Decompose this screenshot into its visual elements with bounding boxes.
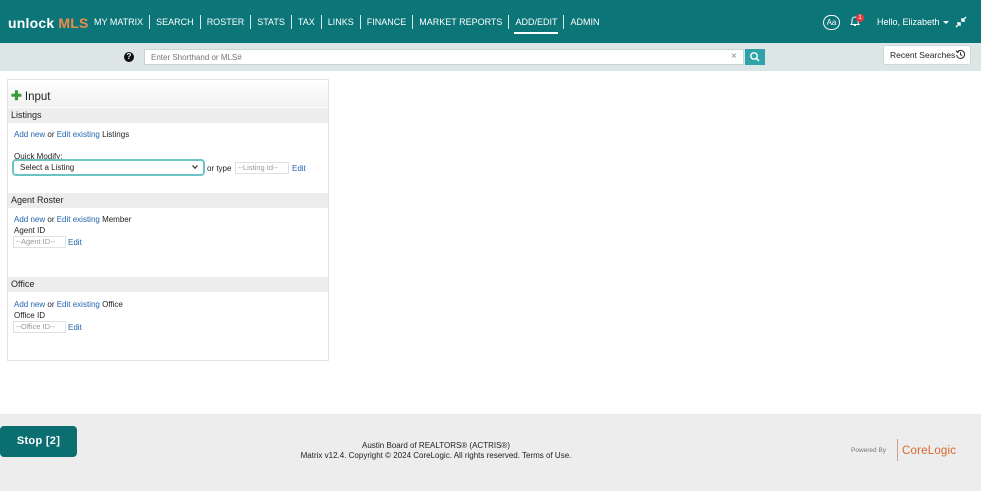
logo[interactable]: unlock MLS — [8, 15, 89, 31]
recent-searches-button[interactable]: Recent Searches — [883, 45, 971, 65]
terms-of-use-link[interactable]: Terms of Use. — [522, 451, 571, 460]
add-new-listing-link[interactable]: Add new — [14, 130, 45, 139]
section-agent-roster-header: Agent Roster — [8, 193, 328, 208]
panel-title: ✚ Input — [11, 88, 51, 103]
top-nav: unlock MLS MY MATRIX SEARCH ROSTER STATS… — [0, 0, 981, 43]
section-listings-header: Listings — [8, 108, 328, 123]
collapse-arrows-icon[interactable] — [955, 16, 967, 28]
add-new-office-link[interactable]: Add new — [14, 300, 45, 309]
nav-my-matrix[interactable]: MY MATRIX — [88, 14, 149, 30]
nav-search[interactable]: SEARCH — [150, 14, 200, 30]
nav-add-edit[interactable]: ADD/EDIT — [509, 14, 563, 34]
office-id-input[interactable]: --Office ID-- — [13, 321, 66, 333]
roster-actions: Add new or Edit existing Member — [14, 215, 132, 224]
edit-existing-listing-link[interactable]: Edit existing — [57, 130, 100, 139]
add-new-member-link[interactable]: Add new — [14, 215, 45, 224]
corelogic-logo: CoreLogic — [902, 445, 957, 457]
listing-edit-link[interactable]: Edit — [292, 164, 306, 173]
section-office-header: Office — [8, 277, 328, 292]
footer-copyright: Matrix v12.4. Copyright © 2024 CoreLogic… — [300, 451, 572, 460]
shorthand-search-input[interactable] — [144, 49, 744, 65]
edit-existing-office-link[interactable]: Edit existing — [57, 300, 100, 309]
search-button[interactable] — [745, 49, 765, 65]
or-type-label: or type — [207, 164, 232, 173]
listings-actions: Add new or Edit existing Listings — [14, 130, 130, 139]
font-size-toggle[interactable]: Aa — [823, 15, 840, 30]
main-nav: MY MATRIX SEARCH ROSTER STATS TAX LINKS … — [88, 14, 605, 34]
notification-badge: 1 — [856, 14, 864, 22]
plus-icon: ✚ — [11, 88, 22, 103]
nav-links[interactable]: LINKS — [322, 14, 360, 30]
nav-market-reports[interactable]: MARKET REPORTS — [413, 14, 508, 30]
listing-id-input[interactable]: --Listing Id-- — [235, 162, 289, 174]
help-icon[interactable]: ? — [124, 52, 134, 62]
chevron-down-icon — [942, 21, 949, 25]
office-edit-link[interactable]: Edit — [68, 323, 82, 332]
search-icon — [750, 52, 760, 62]
nav-admin[interactable]: ADMIN — [564, 14, 605, 30]
nav-stats[interactable]: STATS — [251, 14, 291, 30]
agent-edit-link[interactable]: Edit — [68, 238, 82, 247]
agent-id-label: Agent ID — [14, 226, 46, 235]
agent-id-input[interactable]: --Agent ID-- — [13, 236, 66, 248]
user-menu[interactable]: Hello, Elizabeth — [877, 17, 949, 27]
nav-roster[interactable]: ROSTER — [201, 14, 251, 30]
clear-icon[interactable]: × — [731, 51, 737, 63]
nav-finance[interactable]: FINANCE — [361, 14, 413, 30]
footer-divider — [897, 439, 898, 461]
edit-existing-member-link[interactable]: Edit existing — [57, 215, 100, 224]
input-panel: ✚ Input Listings Add new or Edit existing… — [7, 79, 329, 361]
history-icon — [955, 49, 965, 59]
office-id-label: Office ID — [14, 311, 45, 320]
chevron-down-icon — [192, 165, 198, 170]
stop-button[interactable]: Stop [2] — [0, 426, 77, 457]
footer-board: Austin Board of REALTORS® (ACTRIS®) — [362, 441, 510, 450]
powered-by-label: Powered By — [851, 447, 887, 454]
nav-tax[interactable]: TAX — [292, 14, 321, 30]
listing-select[interactable]: Select a Listing — [12, 159, 205, 176]
office-actions: Add new or Edit existing Office — [14, 300, 123, 309]
